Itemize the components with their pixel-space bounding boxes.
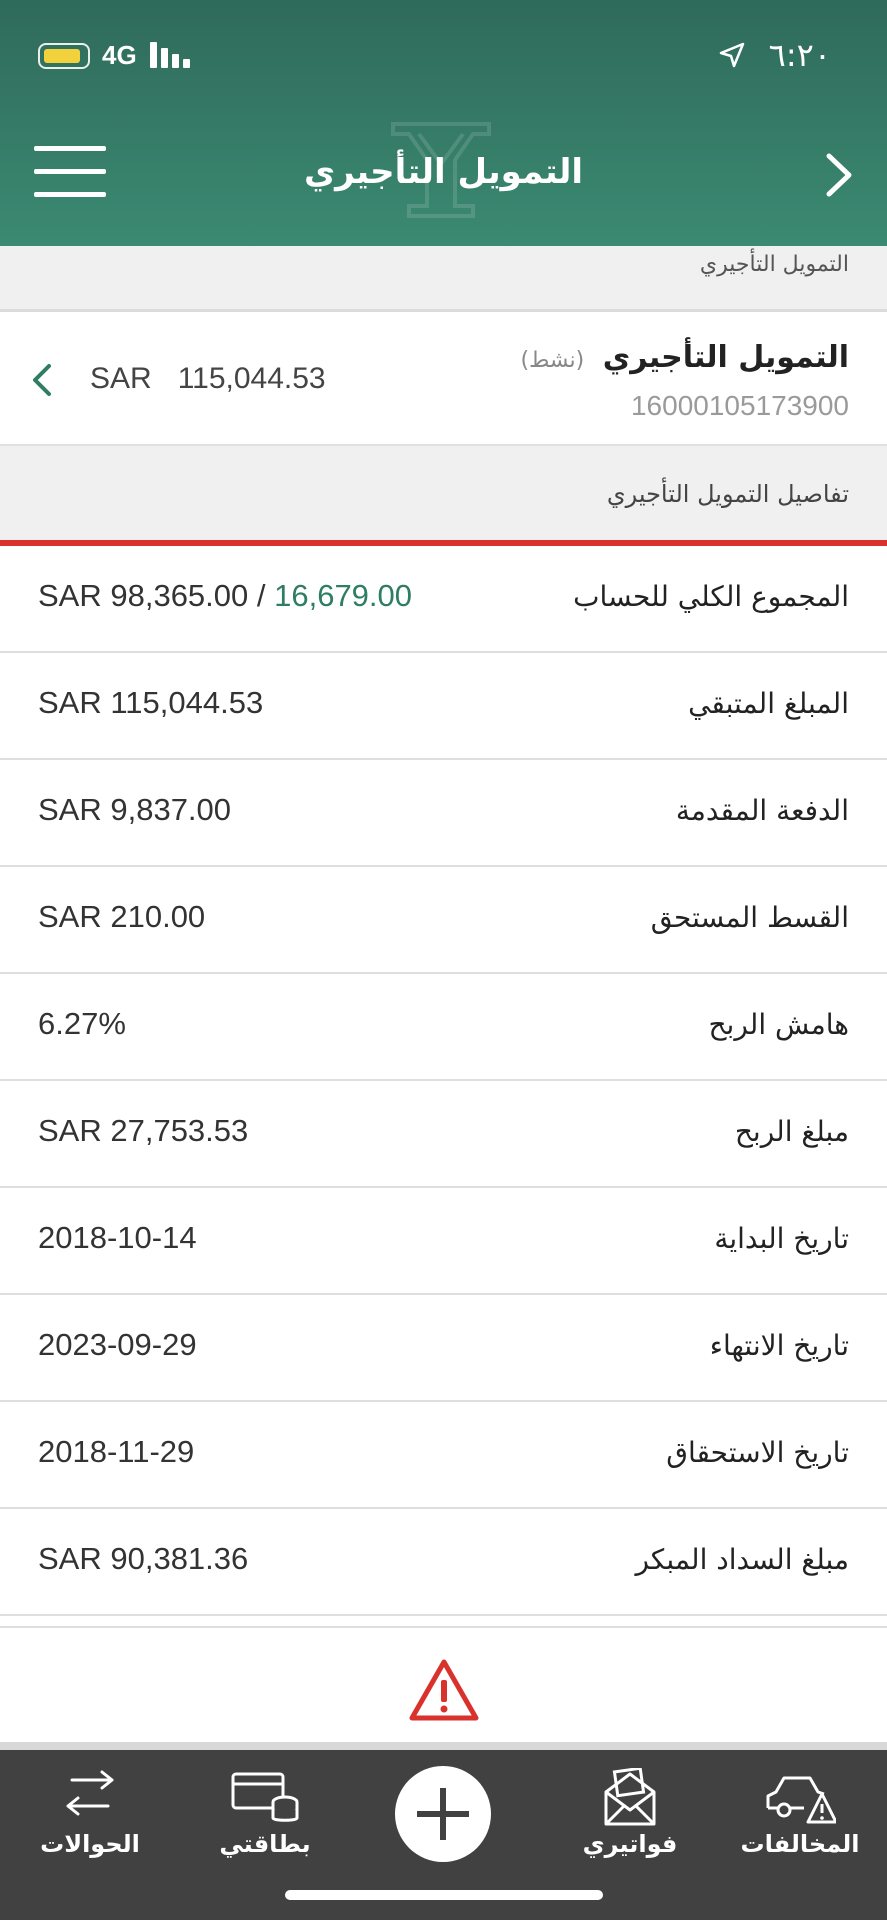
signal-icon	[150, 42, 192, 68]
detail-value: SAR 115,044.53	[38, 685, 264, 720]
chevron-left-icon[interactable]	[30, 362, 54, 398]
detail-label: مبلغ السداد المبكر	[635, 1543, 849, 1576]
detail-value: SAR 9,837.00	[38, 792, 232, 827]
detail-row-early-settlement: مبلغ السداد المبكر SAR 90,381.36	[0, 1509, 887, 1616]
page-title: التمويل التأجيري	[303, 152, 584, 192]
plus-icon-vertical	[440, 1788, 446, 1840]
divider	[0, 1742, 887, 1750]
detail-value: SAR 27,753.53	[38, 1113, 249, 1148]
detail-row-profit-amount: مبلغ الربح SAR 27,753.53	[0, 1081, 887, 1188]
account-balance-amount: 115,044.53	[177, 362, 326, 395]
detail-label: الدفعة المقدمة	[675, 794, 849, 827]
detail-value: SAR 210.00	[38, 899, 206, 934]
bottom-tab-bar: الحوالات بطاقتي فواتيري المخالفات	[0, 1750, 887, 1920]
tab-bills[interactable]: فواتيري	[560, 1750, 700, 1870]
tab-label: الحوالات	[40, 1830, 140, 1858]
detail-value: SAR 90,381.36	[38, 1541, 249, 1576]
tab-violations[interactable]: المخالفات	[730, 1750, 870, 1870]
detail-row-remaining: المبلغ المتبقي SAR 115,044.53	[0, 653, 887, 760]
home-indicator	[285, 1890, 603, 1900]
back-button[interactable]	[821, 150, 857, 200]
breadcrumb-text: التمويل التأجيري	[699, 252, 849, 277]
account-balance: SAR 115,044.53	[90, 362, 326, 396]
detail-row-end-date: تاريخ الانتهاء 2023-09-29	[0, 1295, 887, 1402]
nav-bar: التمويل التأجيري	[0, 110, 887, 230]
detail-label: هامش الربح	[708, 1008, 849, 1041]
transfer-arrows-icon	[66, 1770, 114, 1816]
account-title: التمويل التأجيري (نشط)	[520, 340, 849, 375]
tab-cards[interactable]: بطاقتي	[195, 1750, 335, 1870]
network-label: 4G	[102, 40, 137, 70]
detail-value-paid: 16,679.00	[274, 578, 413, 613]
detail-row-installment-due: القسط المستحق SAR 210.00	[0, 867, 887, 974]
details-list: المجموع الكلي للحساب SAR 98,365.00 / 16,…	[0, 546, 887, 1616]
detail-row-down-payment: الدفعة المقدمة SAR 9,837.00	[0, 760, 887, 867]
bills-envelope-icon	[604, 1768, 656, 1826]
tab-transfers[interactable]: الحوالات	[20, 1750, 160, 1870]
detail-label: مبلغ الربح	[734, 1115, 849, 1148]
account-status-badge: (نشط)	[520, 348, 585, 373]
location-arrow-icon	[719, 42, 745, 68]
tab-label: المخالفات	[740, 1830, 860, 1858]
account-card[interactable]: SAR 115,044.53 التمويل التأجيري (نشط) 160…	[0, 312, 887, 446]
detail-row-total: المجموع الكلي للحساب SAR 98,365.00 / 16,…	[0, 546, 887, 653]
account-name: التمويل التأجيري	[602, 340, 849, 375]
detail-row-profit-margin: هامش الربح 6.27%	[0, 974, 887, 1081]
status-bar: 4G ٦:٢٠	[0, 30, 887, 80]
detail-row-start-date: تاريخ البداية 2018-10-14	[0, 1188, 887, 1295]
alert-area	[0, 1626, 887, 1742]
status-time: ٦:٢٠	[768, 36, 831, 74]
detail-row-due-date: تاريخ الاستحقاق 2018-11-29	[0, 1402, 887, 1509]
detail-label: المجموع الكلي للحساب	[573, 580, 849, 613]
account-number: 16000105173900	[630, 390, 849, 421]
app-header: 4G ٦:٢٠ التمويل التأجيري	[0, 0, 887, 246]
detail-value: 2018-10-14	[38, 1220, 197, 1255]
tab-label: فواتيري	[582, 1830, 678, 1858]
detail-label: القسط المستحق	[650, 901, 849, 934]
battery-icon	[38, 43, 90, 69]
tab-label: بطاقتي	[219, 1830, 311, 1858]
detail-label: تاريخ الانتهاء	[709, 1329, 849, 1362]
add-button[interactable]	[395, 1766, 491, 1862]
detail-label: تاريخ البداية	[714, 1222, 849, 1255]
breadcrumb: التمويل التأجيري	[0, 246, 887, 312]
detail-value: 2018-11-29	[38, 1434, 195, 1469]
section-title: تفاصيل التمويل التأجيري	[606, 480, 849, 508]
detail-value: 6.27%	[38, 1006, 126, 1041]
detail-value: 2023-09-29	[38, 1327, 197, 1362]
detail-label: تاريخ الاستحقاق	[666, 1436, 849, 1469]
details-section-header: تفاصيل التمويل التأجيري	[0, 446, 887, 546]
card-coins-icon	[231, 1772, 299, 1822]
account-currency: SAR	[90, 362, 152, 395]
detail-value-total: SAR 98,365.00 /	[38, 578, 275, 613]
car-warning-icon	[766, 1776, 836, 1824]
detail-value: SAR 98,365.00 / 16,679.00	[38, 578, 412, 614]
warning-triangle-icon[interactable]	[408, 1658, 480, 1722]
detail-label: المبلغ المتبقي	[688, 687, 849, 720]
